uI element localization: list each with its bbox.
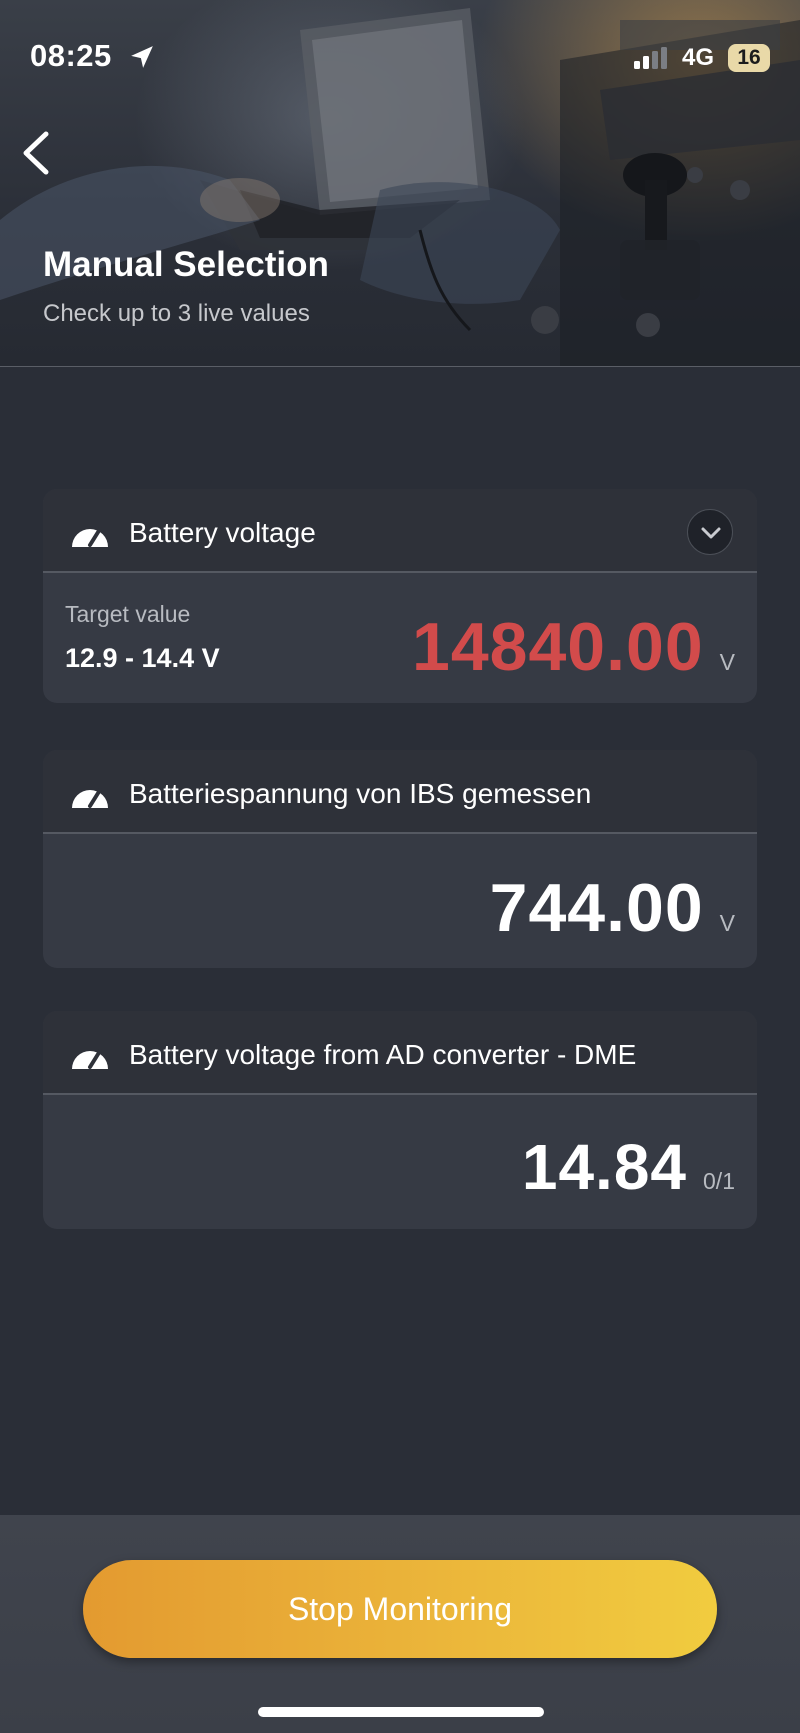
card-header: Battery voltage from AD converter - DME xyxy=(43,1011,757,1095)
speedometer-icon xyxy=(72,788,108,808)
value-unit: V xyxy=(719,910,735,936)
signal-bars-icon xyxy=(634,47,667,69)
expand-chevron-button[interactable] xyxy=(687,509,733,555)
card-title: Battery voltage xyxy=(129,517,316,548)
live-value-card-battery-voltage[interactable]: Battery voltage Target value 12.9 - 14.4… xyxy=(43,489,757,703)
card-title: Battery voltage from AD converter - DME xyxy=(129,1039,637,1070)
live-value-card-dme-voltage[interactable]: Battery voltage from AD converter - DME … xyxy=(43,1011,757,1229)
value-display: 744.00 V xyxy=(490,874,735,942)
page-title: Manual Selection xyxy=(43,245,329,284)
card-body: 744.00 V xyxy=(43,834,757,968)
status-time: 08:25 xyxy=(30,38,112,73)
battery-level-badge: 16 xyxy=(728,44,770,72)
location-arrow-icon xyxy=(131,46,153,68)
value-unit: 0/1 xyxy=(703,1168,735,1194)
home-indicator[interactable] xyxy=(258,1707,544,1717)
card-body: Target value 12.9 - 14.4 V 14840.00 V xyxy=(43,573,757,703)
speedometer-icon xyxy=(72,527,108,547)
target-value-range: 12.9 - 14.4 V xyxy=(65,643,220,673)
header-divider xyxy=(0,366,800,367)
card-header: Batteriespannung von IBS gemessen xyxy=(43,750,757,834)
live-value-card-ibs-voltage[interactable]: Batteriespannung von IBS gemessen 744.00… xyxy=(43,750,757,968)
card-title: Batteriespannung von IBS gemessen xyxy=(129,778,592,809)
back-button[interactable] xyxy=(14,128,58,178)
page-subtitle: Check up to 3 live values xyxy=(43,300,310,327)
live-value: 14.84 xyxy=(521,1131,688,1203)
value-unit: V xyxy=(719,649,735,675)
value-display: 14.84 0/1 xyxy=(522,1135,735,1199)
card-header[interactable]: Battery voltage xyxy=(43,489,757,573)
live-value: 744.00 xyxy=(489,870,704,946)
speedometer-icon xyxy=(72,1049,108,1069)
value-display: 14840.00 V xyxy=(412,613,735,681)
stop-monitoring-button[interactable]: Stop Monitoring xyxy=(83,1560,717,1658)
network-label: 4G xyxy=(682,44,715,71)
live-value: 14840.00 xyxy=(412,609,704,685)
chevron-down-icon xyxy=(701,527,721,539)
card-body: 14.84 0/1 xyxy=(43,1095,757,1229)
target-value-label: Target value xyxy=(65,601,191,627)
